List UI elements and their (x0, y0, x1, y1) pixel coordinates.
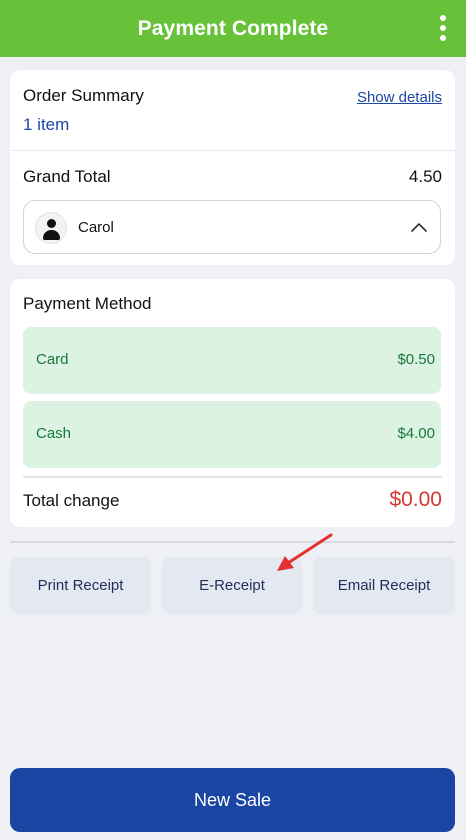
item-count: 1 item (23, 115, 70, 134)
payment-amount: $0.50 (397, 351, 435, 368)
divider (10, 150, 455, 151)
print-receipt-button[interactable]: Print Receipt (10, 557, 151, 614)
order-summary-card: Order Summary 1 item Show details Grand … (10, 70, 455, 265)
payment-method-title: Payment Method (23, 294, 152, 313)
chevron-up-icon[interactable] (410, 219, 428, 237)
payment-label: Card (36, 351, 69, 368)
grand-total-label: Grand Total (23, 167, 111, 186)
grand-total-value: 4.50 (408, 167, 442, 186)
more-vertical-icon[interactable] (438, 15, 448, 41)
user-icon (35, 212, 67, 244)
customer-name: Carol (78, 219, 114, 236)
payment-complete-screen: Payment Complete Order Summary 1 item Sh… (0, 0, 466, 840)
total-change-value: $0.00 (389, 488, 442, 511)
section-divider (10, 541, 455, 543)
order-summary-title: Order Summary (23, 86, 144, 105)
e-receipt-button[interactable]: E-Receipt (162, 557, 302, 614)
menu-dot (440, 25, 446, 31)
menu-dot (440, 35, 446, 41)
divider (23, 476, 442, 478)
app-header: Payment Complete (0, 0, 466, 57)
page-title: Payment Complete (137, 16, 329, 40)
payment-row-card: Card $0.50 (23, 327, 441, 394)
new-sale-button[interactable]: New Sale (10, 768, 455, 832)
payment-row-cash: Cash $4.00 (23, 401, 441, 468)
payment-label: Cash (36, 425, 72, 442)
show-details-link[interactable]: Show details (357, 89, 442, 106)
payment-method-card: Payment Method Card $0.50 Cash $4.00 Tot… (10, 279, 455, 527)
total-change-label: Total change (23, 491, 120, 510)
customer-selector[interactable]: Carol (23, 200, 441, 254)
menu-dot (440, 15, 446, 21)
email-receipt-button[interactable]: Email Receipt (313, 557, 455, 614)
payment-amount: $4.00 (397, 425, 435, 442)
